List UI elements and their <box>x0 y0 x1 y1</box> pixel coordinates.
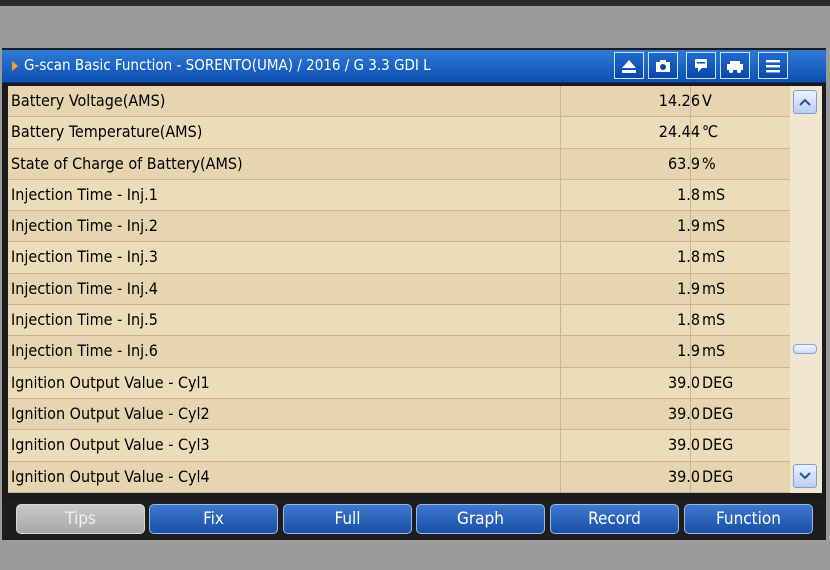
parameter-unit: ℃ <box>702 122 719 142</box>
title-bar: G-scan Basic Function - SORENTO(UMA) / 2… <box>2 50 826 83</box>
menu-button[interactable] <box>758 52 788 79</box>
chevron-up-icon <box>799 98 811 106</box>
car-icon <box>727 60 743 73</box>
column-divider <box>690 86 691 493</box>
table-row[interactable]: Injection Time - Inj.5 1.8 mS <box>8 305 790 337</box>
parameter-name: Ignition Output Value - Cyl1 <box>11 372 210 392</box>
table-row[interactable]: Injection Time - Inj.4 1.9 mS <box>8 273 790 306</box>
parameter-name: Battery Voltage(AMS) <box>11 91 166 110</box>
scroll-thumb[interactable] <box>793 344 817 354</box>
parameter-value: 1.8 <box>677 310 700 330</box>
top-strip <box>0 0 830 6</box>
table-row[interactable]: Ignition Output Value - Cyl2 39.0 DEG <box>8 398 790 431</box>
parameter-name: Battery Temperature(AMS) <box>11 122 203 142</box>
parameter-value: 24.44 <box>658 122 700 142</box>
parameter-value: 39.0 <box>667 466 700 486</box>
column-divider <box>560 86 561 493</box>
table-row[interactable]: Injection Time - Inj.3 1.8 mS <box>8 242 790 274</box>
scroll-up-button[interactable] <box>793 90 817 114</box>
parameter-name: Ignition Output Value - Cyl4 <box>11 466 210 486</box>
parameter-unit: DEG <box>702 466 734 486</box>
parameter-value: 39.0 <box>667 435 700 455</box>
parameter-name: Ignition Output Value - Cyl2 <box>11 403 210 423</box>
parameter-value: 39.0 <box>667 403 700 423</box>
vehicle-button[interactable] <box>720 52 750 79</box>
parameter-unit: V <box>702 91 712 110</box>
scroll-down-button[interactable] <box>793 464 817 488</box>
eject-icon <box>622 59 636 73</box>
parameter-unit: DEG <box>702 403 734 423</box>
table-row[interactable]: Ignition Output Value - Cyl1 39.0 DEG <box>8 367 790 399</box>
parameter-name: Injection Time - Inj.2 <box>11 216 158 236</box>
parameter-unit: DEG <box>702 372 734 392</box>
parameter-unit: % <box>702 153 716 173</box>
graph-button[interactable]: Graph <box>416 504 545 534</box>
table-row[interactable]: State of Charge of Battery(AMS) 63.9% <box>8 148 790 180</box>
parameter-value: 1.8 <box>677 184 700 204</box>
parameter-value: 63.9 <box>667 153 700 173</box>
eject-button[interactable] <box>614 52 644 79</box>
parameter-value: 1.9 <box>677 216 700 236</box>
parameter-unit: mS <box>702 310 726 330</box>
window-title: G-scan Basic Function - SORENTO(UMA) / 2… <box>24 56 431 74</box>
menu-icon <box>766 59 780 72</box>
parameter-unit: mS <box>702 341 726 361</box>
table-row[interactable]: Battery Voltage(AMS) 14.26 V <box>8 86 790 118</box>
table-row[interactable]: Ignition Output Value - Cyl3 39.0 DEG <box>8 430 790 462</box>
camera-icon <box>656 59 670 72</box>
full-button[interactable]: Full <box>283 504 412 534</box>
table-row[interactable]: Ignition Output Value - Cyl4 39.0 DEG <box>8 461 790 493</box>
parameter-value: 1.9 <box>677 278 700 298</box>
chat-icon <box>695 58 707 72</box>
parameter-unit: mS <box>702 216 726 236</box>
table-row[interactable]: Injection Time - Inj.1 1.8 mS <box>8 179 790 212</box>
camera-button[interactable] <box>648 52 678 79</box>
parameter-unit: mS <box>702 278 726 298</box>
parameter-name: Injection Time - Inj.4 <box>11 278 158 298</box>
parameter-unit: mS <box>702 184 726 204</box>
parameter-value: 14.26 <box>658 91 700 110</box>
table-row[interactable]: Injection Time - Inj.2 1.9 mS <box>8 211 790 243</box>
parameter-value: 1.9 <box>677 341 700 361</box>
table-row[interactable]: Injection Time - Inj.6 1.9 mS <box>8 336 790 368</box>
parameter-value: 1.8 <box>677 247 700 267</box>
title-arrow-icon <box>12 61 18 71</box>
function-button[interactable]: Function <box>684 504 813 534</box>
parameter-unit: DEG <box>702 435 734 455</box>
parameter-name: State of Charge of Battery(AMS) <box>11 153 243 173</box>
tips-button[interactable]: Tips <box>16 504 145 534</box>
parameter-unit: mS <box>702 247 726 267</box>
data-table: Battery Voltage(AMS) 14.26 V Battery Temper… <box>8 86 790 493</box>
parameter-name: Injection Time - Inj.1 <box>11 184 158 204</box>
fix-button[interactable]: Fix <box>149 504 278 534</box>
table-row[interactable]: Battery Temperature(AMS) 24.44 ℃ <box>8 117 790 149</box>
parameter-name: Injection Time - Inj.5 <box>11 310 158 330</box>
parameter-value: 39.0 <box>667 372 700 392</box>
parameter-name: Ignition Output Value - Cyl3 <box>11 435 210 455</box>
record-button[interactable]: Record <box>550 504 679 534</box>
parameter-name: Injection Time - Inj.6 <box>11 341 158 361</box>
parameter-name: Injection Time - Inj.3 <box>11 247 158 267</box>
vertical-scrollbar[interactable] <box>790 86 822 493</box>
chevron-down-icon <box>799 472 811 480</box>
chat-button[interactable] <box>686 52 716 79</box>
